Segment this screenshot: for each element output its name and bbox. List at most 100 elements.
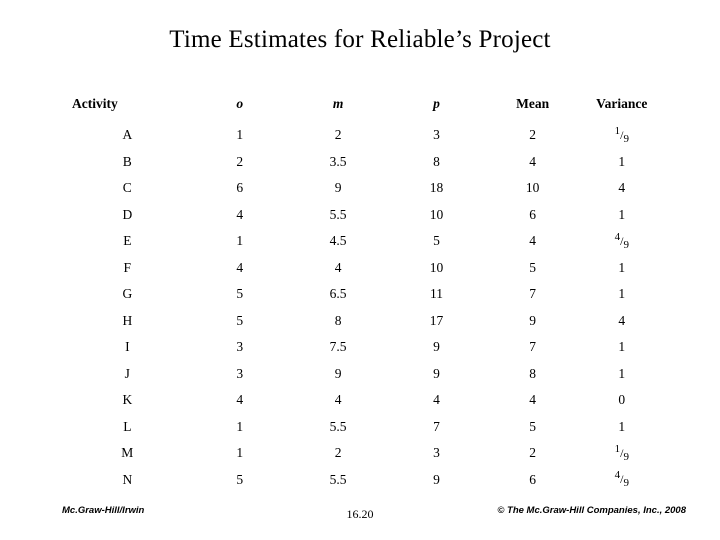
cell-activity: I bbox=[125, 339, 130, 355]
cell-p: 8 bbox=[433, 153, 440, 169]
cell-o: 5 bbox=[236, 286, 244, 302]
cell-variance: 1 bbox=[618, 339, 626, 355]
cell-o: 1 bbox=[236, 233, 244, 249]
column-header-mean: Mean bbox=[516, 96, 550, 111]
cell-activity: B bbox=[122, 153, 132, 169]
cell-o: 1 bbox=[236, 127, 244, 143]
cell-activity: K bbox=[122, 392, 133, 408]
cell-m: 3.5 bbox=[329, 153, 347, 169]
cell-m: 2 bbox=[334, 127, 342, 143]
cell-o: 5 bbox=[236, 471, 244, 487]
cell-m: 5.5 bbox=[329, 206, 347, 222]
cell-m: 8 bbox=[334, 312, 342, 328]
cell-variance: 4/9 bbox=[614, 230, 629, 251]
cell-activity: A bbox=[122, 127, 133, 143]
cell-activity: J bbox=[124, 365, 130, 381]
cell-variance: 1 bbox=[618, 365, 626, 381]
cell-m: 5.5 bbox=[329, 471, 347, 487]
cell-mean: 4 bbox=[529, 392, 537, 408]
table-row: I 3 7.5 9 7 1 bbox=[64, 334, 664, 361]
cell-mean: 7 bbox=[529, 286, 537, 302]
column-header-variance: Variance bbox=[596, 96, 648, 111]
cell-mean: 4 bbox=[529, 233, 537, 249]
cell-activity: E bbox=[123, 233, 132, 249]
cell-variance: 1/9 bbox=[614, 124, 629, 145]
cell-mean: 8 bbox=[529, 365, 537, 381]
cell-p: 9 bbox=[433, 471, 440, 487]
cell-mean: 9 bbox=[529, 312, 537, 328]
cell-p: 7 bbox=[433, 418, 440, 434]
table-row: L 1 5.5 7 5 1 bbox=[64, 414, 664, 441]
table-row: N 5 5.5 9 6 4/9 bbox=[64, 467, 664, 494]
cell-activity: D bbox=[122, 206, 133, 222]
cell-p: 5 bbox=[433, 233, 440, 249]
cell-o: 5 bbox=[236, 312, 244, 328]
cell-activity: H bbox=[122, 312, 133, 328]
cell-mean: 5 bbox=[529, 259, 537, 275]
table-row: K 4 4 4 4 0 bbox=[64, 387, 664, 414]
cell-p: 10 bbox=[429, 206, 444, 222]
table-header: Activity o m p Mean Variance bbox=[64, 96, 664, 122]
page-title: Time Estimates for Reliable’s Project bbox=[169, 26, 551, 53]
cell-p: 3 bbox=[433, 127, 440, 143]
cell-mean: 10 bbox=[525, 180, 540, 196]
cell-p: 10 bbox=[429, 259, 444, 275]
cell-p: 9 bbox=[433, 365, 440, 381]
cell-o: 4 bbox=[236, 259, 244, 275]
column-header-activity: Activity bbox=[72, 96, 118, 111]
table-row: G 5 6.5 11 7 1 bbox=[64, 281, 664, 308]
cell-activity: C bbox=[122, 180, 132, 196]
cell-p: 17 bbox=[429, 312, 444, 328]
cell-variance: 1 bbox=[618, 286, 626, 302]
cell-variance: 0 bbox=[618, 392, 626, 408]
cell-mean: 6 bbox=[529, 206, 537, 222]
cell-variance: 4 bbox=[618, 312, 626, 328]
cell-activity: G bbox=[122, 286, 133, 302]
cell-o: 3 bbox=[236, 365, 244, 381]
cell-o: 4 bbox=[236, 206, 244, 222]
table-row: M 1 2 3 2 1/9 bbox=[64, 440, 664, 467]
cell-mean: 7 bbox=[529, 339, 537, 355]
cell-variance: 1 bbox=[618, 259, 626, 275]
cell-p: 18 bbox=[429, 180, 444, 196]
table-row: E 1 4.5 5 4 4/9 bbox=[64, 228, 664, 255]
cell-variance: 1 bbox=[618, 153, 626, 169]
table-row: F 4 4 10 5 1 bbox=[64, 255, 664, 282]
column-header-m: m bbox=[332, 96, 344, 111]
column-header-o: o bbox=[236, 96, 244, 111]
cell-o: 2 bbox=[236, 153, 244, 169]
cell-activity: F bbox=[123, 259, 132, 275]
cell-mean: 6 bbox=[529, 471, 537, 487]
table-row: J 3 9 9 8 1 bbox=[64, 361, 664, 388]
slide: Time Estimates for Reliable’s Project Ac… bbox=[0, 0, 720, 540]
cell-mean: 2 bbox=[529, 127, 537, 143]
cell-o: 1 bbox=[236, 418, 244, 434]
cell-m: 7.5 bbox=[329, 339, 347, 355]
column-header-p: p bbox=[433, 96, 440, 111]
cell-mean: 4 bbox=[529, 153, 537, 169]
cell-o: 4 bbox=[236, 392, 244, 408]
cell-m: 2 bbox=[334, 445, 342, 461]
cell-m: 6.5 bbox=[329, 286, 347, 302]
cell-p: 9 bbox=[433, 339, 440, 355]
cell-mean: 5 bbox=[529, 418, 537, 434]
table-body: A 1 2 3 2 1/9 B 2 3.5 8 4 1 C 6 9 18 10 4 D 4 5.5 10 6 1 E 1 4.5 5 4… bbox=[64, 122, 664, 493]
cell-variance: 1 bbox=[618, 418, 626, 434]
table-row: D 4 5.5 10 6 1 bbox=[64, 202, 664, 229]
table-header-row: Activity o m p Mean Variance bbox=[64, 96, 664, 122]
footer-copyright: © The Mc.Graw-Hill Companies, Inc., 2008 bbox=[497, 505, 686, 516]
cell-m: 4.5 bbox=[329, 233, 347, 249]
cell-o: 6 bbox=[236, 180, 244, 196]
cell-m: 4 bbox=[334, 392, 342, 408]
cell-m: 9 bbox=[334, 365, 342, 381]
cell-activity: N bbox=[122, 471, 133, 487]
table-row: B 2 3.5 8 4 1 bbox=[64, 149, 664, 176]
cell-o: 1 bbox=[236, 445, 244, 461]
cell-m: 4 bbox=[334, 259, 342, 275]
cell-p: 11 bbox=[430, 286, 444, 302]
cell-activity: L bbox=[123, 418, 132, 434]
cell-m: 5.5 bbox=[329, 418, 347, 434]
cell-variance: 1/9 bbox=[614, 442, 629, 463]
time-estimates-table: Activity o m p Mean Variance A 1 2 3 2 1/9 B 2 3… bbox=[64, 96, 664, 493]
table-row: H 5 8 17 9 4 bbox=[64, 308, 664, 335]
